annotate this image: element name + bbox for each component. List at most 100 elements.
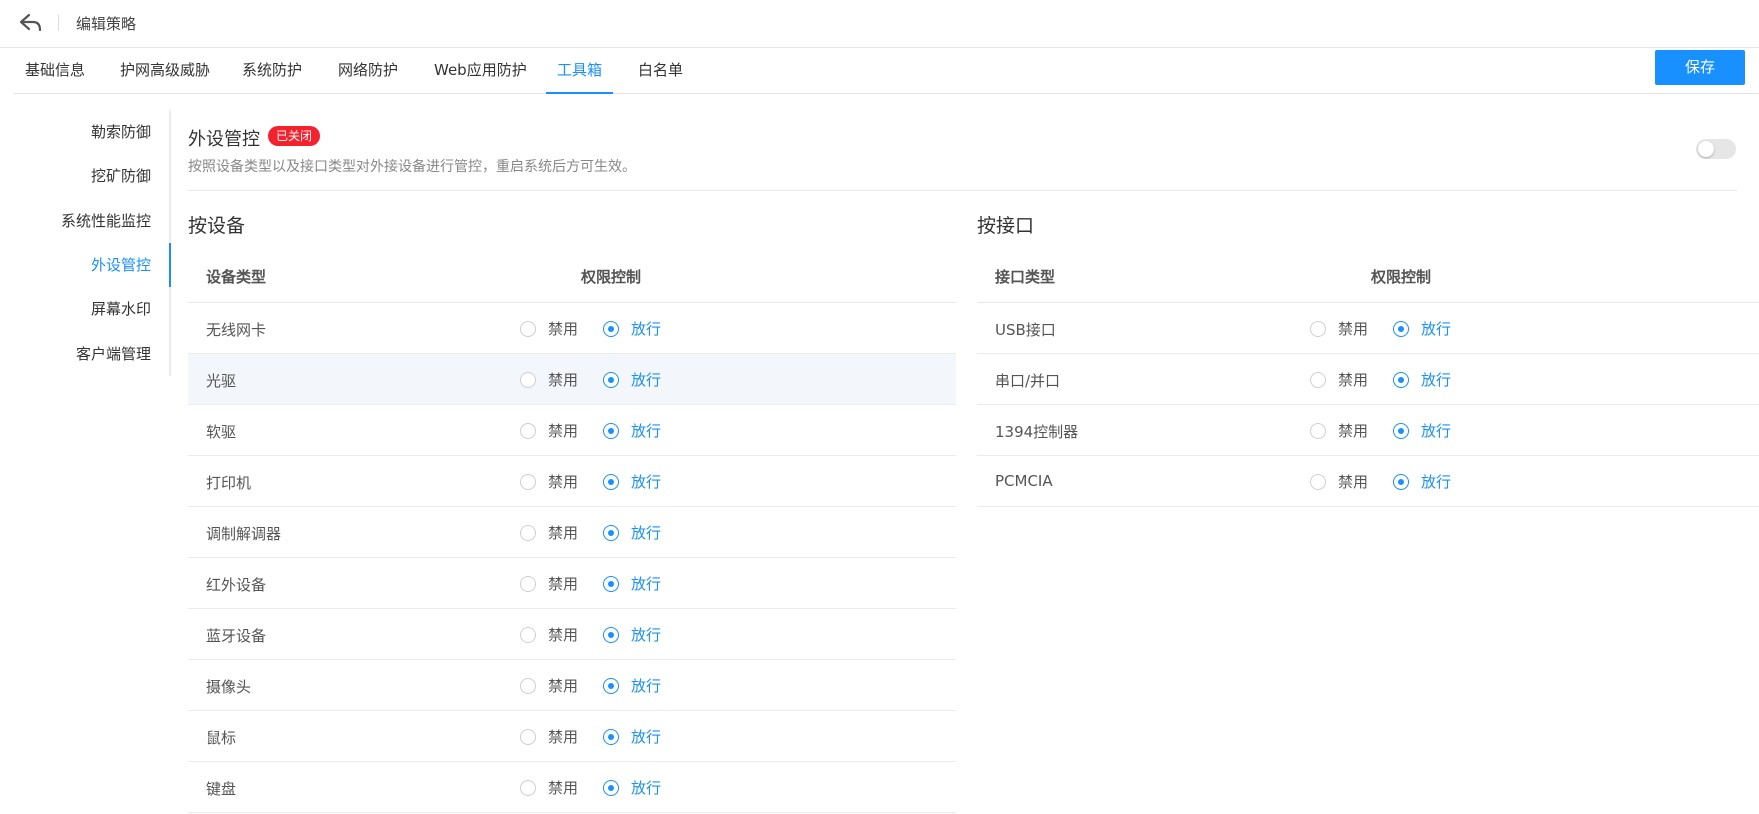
device-allow-radio[interactable]: 放行 [603, 675, 661, 696]
side-item-ransomware[interactable]: 勒索防御 [91, 110, 151, 154]
allow-label: 放行 [631, 371, 662, 389]
deny-label: 禁用 [548, 575, 579, 593]
device-table: 设备类型 权限控制 无线网卡 禁用 放行 光驱 禁用 放行 软驱 禁用 放行 打印机 禁用 放行 调制解… [188, 251, 956, 813]
radio-checked-icon [603, 320, 619, 337]
device-deny-radio[interactable]: 禁用 [520, 369, 578, 390]
port-name: USB接口 [995, 321, 1056, 339]
radio-checked-icon [603, 524, 619, 541]
device-deny-radio[interactable]: 禁用 [520, 318, 578, 339]
port-perm-header: 权限控制 [1371, 268, 1432, 286]
deny-label: 禁用 [548, 422, 579, 440]
side-item-watermark[interactable]: 屏幕水印 [91, 287, 151, 331]
allow-label: 放行 [631, 779, 662, 797]
device-allow-radio[interactable]: 放行 [603, 471, 661, 492]
radio-circle-icon [1310, 422, 1326, 439]
device-row: 摄像头 禁用 放行 [188, 660, 956, 711]
side-item-peripheral[interactable]: 外设管控 [91, 243, 151, 287]
device-name: 键盘 [206, 780, 237, 798]
radio-checked-icon [603, 422, 619, 439]
port-allow-radio[interactable]: 放行 [1393, 471, 1451, 492]
tab-toolbox[interactable]: 工具箱 [546, 48, 614, 94]
deny-label: 禁用 [1338, 422, 1369, 440]
device-row: 红外设备 禁用 放行 [188, 558, 956, 609]
port-row: USB接口 禁用 放行 [977, 303, 1759, 354]
tab-whitelist[interactable]: 白名单 [627, 48, 694, 94]
deny-label: 禁用 [1338, 320, 1369, 338]
tab-system-protection[interactable]: 系统防护 [231, 48, 313, 94]
device-name: 打印机 [206, 474, 252, 492]
device-allow-radio[interactable]: 放行 [603, 624, 661, 645]
allow-label: 放行 [1421, 422, 1452, 440]
radio-circle-icon [520, 677, 536, 694]
side-item-mining[interactable]: 挖矿防御 [91, 154, 151, 198]
port-name: PCMCIA [995, 472, 1053, 490]
deny-label: 禁用 [548, 626, 579, 644]
device-allow-radio[interactable]: 放行 [603, 573, 661, 594]
side-item-client[interactable]: 客户端管理 [76, 332, 151, 376]
allow-label: 放行 [631, 473, 662, 491]
peripheral-toggle[interactable] [1696, 139, 1736, 159]
radio-circle-icon [1310, 320, 1326, 337]
device-allow-radio[interactable]: 放行 [603, 777, 661, 798]
port-allow-radio[interactable]: 放行 [1393, 318, 1451, 339]
port-type-header: 接口类型 [995, 268, 1056, 286]
port-allow-radio[interactable]: 放行 [1393, 369, 1451, 390]
device-allow-radio[interactable]: 放行 [603, 318, 661, 339]
device-deny-radio[interactable]: 禁用 [520, 471, 578, 492]
device-deny-radio[interactable]: 禁用 [520, 675, 578, 696]
side-item-performance[interactable]: 系统性能监控 [61, 199, 151, 243]
port-deny-radio[interactable]: 禁用 [1310, 318, 1368, 339]
port-table-header: 接口类型 权限控制 [977, 251, 1759, 303]
port-deny-radio[interactable]: 禁用 [1310, 471, 1368, 492]
deny-label: 禁用 [548, 677, 579, 695]
device-deny-radio[interactable]: 禁用 [520, 420, 578, 441]
deny-label: 禁用 [548, 473, 579, 491]
device-name: 摄像头 [206, 678, 252, 696]
deny-label: 禁用 [1338, 371, 1369, 389]
port-allow-radio[interactable]: 放行 [1393, 420, 1451, 441]
port-name: 1394控制器 [995, 423, 1079, 441]
back-icon[interactable] [18, 10, 44, 36]
device-deny-radio[interactable]: 禁用 [520, 726, 578, 747]
port-deny-radio[interactable]: 禁用 [1310, 420, 1368, 441]
allow-label: 放行 [1421, 473, 1452, 491]
device-name: 蓝牙设备 [206, 627, 267, 645]
radio-circle-icon [520, 575, 536, 592]
device-allow-radio[interactable]: 放行 [603, 369, 661, 390]
tab-hw-threat[interactable]: 护网高级威胁 [109, 48, 221, 94]
port-deny-radio[interactable]: 禁用 [1310, 369, 1368, 390]
device-row: 软驱 禁用 放行 [188, 405, 956, 456]
allow-label: 放行 [631, 320, 662, 338]
device-perm-header: 权限控制 [581, 268, 642, 286]
device-deny-radio[interactable]: 禁用 [520, 624, 578, 645]
device-deny-radio[interactable]: 禁用 [520, 573, 578, 594]
allow-label: 放行 [1421, 320, 1452, 338]
tab-bar: 基础信息 护网高级威胁 系统防护 网络防护 Web应用防护 工具箱 白名单 [14, 48, 1759, 94]
topbar-divider [58, 15, 59, 31]
device-name: 调制解调器 [206, 525, 282, 543]
section-title: 外设管控 [188, 129, 260, 150]
by-port-title: 按接口 [977, 215, 1035, 237]
radio-circle-icon [520, 728, 536, 745]
device-allow-radio[interactable]: 放行 [603, 726, 661, 747]
tab-basic-info[interactable]: 基础信息 [14, 48, 96, 94]
top-bar: 编辑策略 [0, 0, 1759, 48]
device-deny-radio[interactable]: 禁用 [520, 777, 578, 798]
allow-label: 放行 [631, 524, 662, 542]
radio-circle-icon [520, 626, 536, 643]
tab-network-protection[interactable]: 网络防护 [327, 48, 409, 94]
device-row: 蓝牙设备 禁用 放行 [188, 609, 956, 660]
radio-checked-icon [603, 728, 619, 745]
toggle-knob [1698, 141, 1714, 157]
device-row: 键盘 禁用 放行 [188, 762, 956, 813]
device-allow-radio[interactable]: 放行 [603, 522, 661, 543]
side-active-indicator [169, 243, 171, 287]
radio-checked-icon [1393, 320, 1409, 337]
device-deny-radio[interactable]: 禁用 [520, 522, 578, 543]
device-row: 鼠标 禁用 放行 [188, 711, 956, 762]
radio-circle-icon [520, 779, 536, 796]
radio-circle-icon [520, 320, 536, 337]
tab-web-protection[interactable]: Web应用防护 [423, 48, 538, 94]
save-button[interactable]: 保存 [1655, 50, 1745, 85]
device-allow-radio[interactable]: 放行 [603, 420, 661, 441]
